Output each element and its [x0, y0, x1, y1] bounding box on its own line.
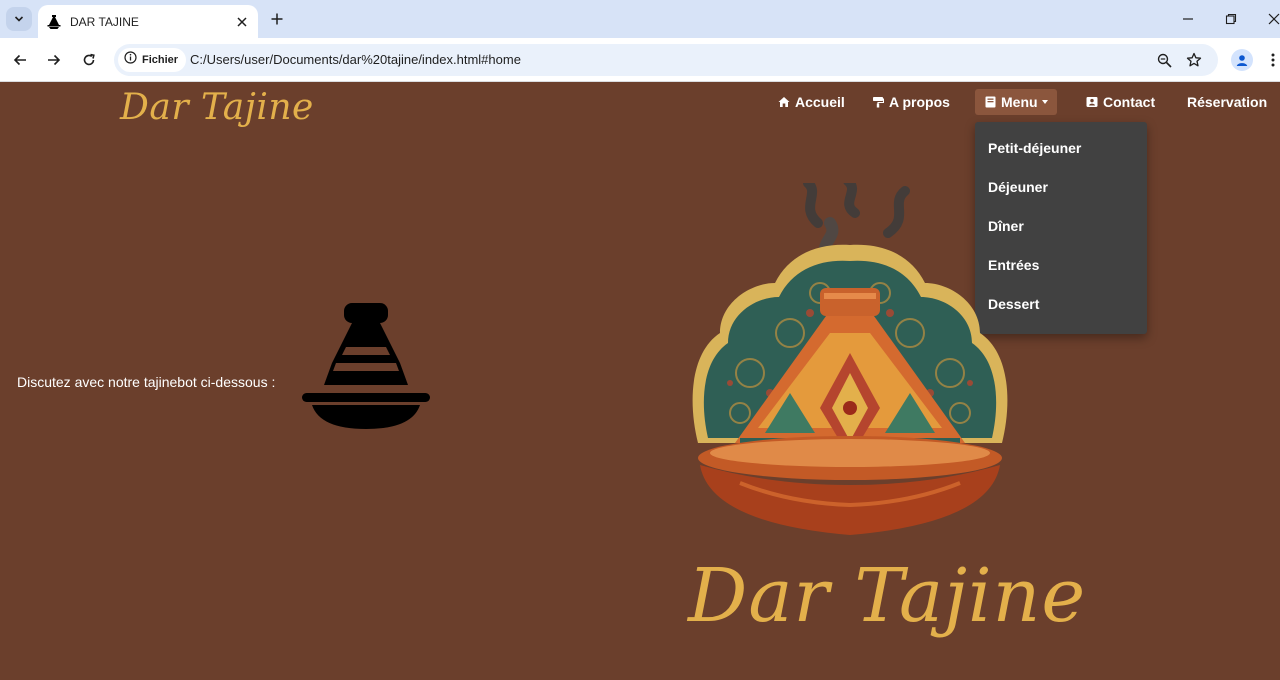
- minimize-icon[interactable]: [1179, 10, 1197, 28]
- nav-about[interactable]: A propos: [872, 89, 950, 115]
- tajine-illustration: [692, 183, 1008, 535]
- caret-down-icon: [1041, 100, 1048, 104]
- tab-search-icon[interactable]: [6, 7, 32, 31]
- plus-icon[interactable]: [268, 10, 286, 28]
- hero-title: Dar Tajine: [688, 553, 1087, 639]
- forward-icon[interactable]: [44, 50, 64, 70]
- address-card-icon: [1086, 96, 1098, 108]
- zoom-icon[interactable]: [1155, 51, 1173, 69]
- nav-reservation[interactable]: Réservation: [1187, 89, 1267, 115]
- nav-home[interactable]: Accueil: [778, 89, 845, 115]
- nav-reservation-label: Réservation: [1187, 94, 1268, 110]
- tajinebot-icon[interactable]: [300, 301, 432, 433]
- tab-strip: DAR TAJINE: [0, 0, 1280, 38]
- paint-roller-icon: [872, 96, 884, 108]
- restore-icon[interactable]: [1222, 10, 1240, 28]
- site-info-chip[interactable]: Fichier: [118, 48, 187, 72]
- info-icon: [124, 51, 137, 69]
- chip-label: Fichier: [142, 54, 179, 66]
- address-bar[interactable]: Fichier C:/Users/user/Documents/dar%20ta…: [114, 44, 1218, 76]
- chatbot-prompt: Discutez avec notre tajinebot ci-dessous…: [17, 374, 276, 390]
- star-icon[interactable]: [1185, 51, 1203, 69]
- profile-icon[interactable]: [1231, 49, 1253, 71]
- site-brand[interactable]: Dar Tajine: [120, 87, 314, 128]
- tajine-favicon-icon: [46, 14, 62, 30]
- back-icon[interactable]: [10, 50, 30, 70]
- browser-tab[interactable]: DAR TAJINE: [38, 5, 258, 38]
- nav-home-label: Accueil: [795, 94, 845, 110]
- more-icon[interactable]: [1268, 51, 1278, 69]
- tab-title: DAR TAJINE: [70, 14, 139, 29]
- nav-menu[interactable]: Menu: [975, 89, 1057, 115]
- menu-item-petit-dejeuner[interactable]: Petit-déjeuner: [988, 140, 1081, 156]
- reload-icon[interactable]: [79, 50, 99, 70]
- book-icon: [984, 96, 996, 108]
- nav-contact-label: Contact: [1103, 94, 1156, 110]
- close-window-icon[interactable]: [1265, 10, 1280, 28]
- close-icon[interactable]: [234, 14, 250, 30]
- nav-about-label: A propos: [889, 94, 950, 110]
- page: Dar Tajine Accueil A propos Menu Contact…: [0, 83, 1280, 680]
- nav-menu-label: Menu: [1001, 94, 1038, 110]
- home-icon: [778, 96, 790, 108]
- nav-contact[interactable]: Contact: [1086, 89, 1155, 115]
- url-text[interactable]: C:/Users/user/Documents/dar%20tajine/ind…: [190, 52, 521, 67]
- browser-toolbar: Fichier C:/Users/user/Documents/dar%20ta…: [0, 38, 1280, 82]
